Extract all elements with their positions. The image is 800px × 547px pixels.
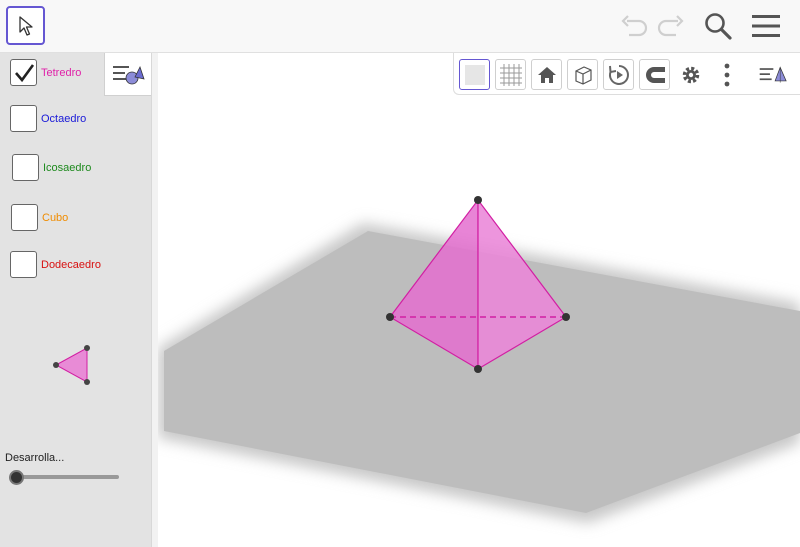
search-icon — [705, 13, 732, 40]
standard-view-button[interactable] — [531, 59, 562, 90]
checkbox-label: Cubo — [42, 211, 69, 224]
undo-button[interactable] — [618, 10, 650, 42]
home-icon — [537, 66, 556, 83]
graphics-3d-view[interactable] — [158, 53, 800, 547]
vertex-point[interactable] — [474, 196, 482, 204]
checkbox-row-cubo[interactable]: Cubo — [11, 204, 68, 231]
settings-button[interactable] — [675, 59, 706, 90]
checkbox-label: Dodecaedro — [41, 258, 101, 271]
panel-divider[interactable] — [151, 53, 158, 547]
checkbox-label: Octaedro — [41, 112, 87, 125]
grid-icon — [499, 63, 522, 86]
graphics-style-toggle-button[interactable] — [757, 59, 788, 90]
style-toggle-icon — [759, 65, 787, 83]
more-icon — [724, 63, 729, 86]
redo-icon — [657, 15, 684, 37]
checkbox-tetredro[interactable] — [10, 59, 37, 86]
checkbox-row-octaedro[interactable]: Octaedro — [10, 105, 86, 132]
checkbox-row-tetredro[interactable]: Tetredro — [10, 59, 81, 86]
vertex-point[interactable] — [562, 313, 570, 321]
slider-thumb[interactable] — [9, 470, 24, 485]
slider-label: Desarrolla... — [5, 452, 65, 464]
vertex-point[interactable] — [474, 365, 482, 373]
checkbox-octaedro[interactable] — [10, 105, 37, 132]
checkmark-icon — [14, 63, 34, 82]
axes-icon — [464, 64, 485, 85]
view-cube-icon — [574, 65, 592, 85]
vertex-point[interactable] — [386, 313, 394, 321]
tetrahedron-net-preview — [53, 345, 90, 385]
more-options-button[interactable] — [711, 59, 742, 90]
checkbox-icosaedro[interactable] — [12, 154, 39, 181]
graphics-style-bar — [453, 53, 800, 95]
slider-track[interactable] — [12, 475, 119, 479]
checkbox-cubo[interactable] — [11, 204, 38, 231]
toggle-grid-button[interactable] — [495, 59, 526, 90]
view-direction-button[interactable] — [567, 59, 598, 90]
checkbox-row-dodecaedro[interactable]: Dodecaedro — [10, 251, 101, 278]
main-menu-button[interactable] — [750, 10, 782, 42]
checkbox-row-icosaedro[interactable]: Icosaedro — [12, 154, 91, 181]
rotate-icon — [608, 64, 629, 85]
style-bar-toggle-icon — [113, 65, 145, 85]
checkbox-label: Icosaedro — [43, 161, 92, 174]
top-toolbar — [0, 0, 800, 53]
undo-icon — [621, 15, 648, 37]
algebra-style-button[interactable] — [104, 53, 151, 96]
point-capturing-button[interactable] — [639, 59, 670, 90]
redo-button[interactable] — [655, 10, 687, 42]
search-button[interactable] — [702, 10, 734, 42]
menu-icon — [752, 15, 780, 37]
checkbox-dodecaedro[interactable] — [10, 251, 37, 278]
checkbox-label: Tetredro — [41, 66, 82, 79]
move-tool-button[interactable] — [6, 6, 45, 45]
magnet-icon — [645, 66, 665, 83]
gear-icon — [682, 66, 699, 83]
cursor-arrow-icon — [18, 15, 33, 36]
toggle-axes-button[interactable] — [459, 59, 490, 90]
rotate-view-button[interactable] — [603, 59, 634, 90]
geogebra-app: Tetredro Octaedro Icosaedro Cubo Dodecae… — [0, 0, 800, 547]
